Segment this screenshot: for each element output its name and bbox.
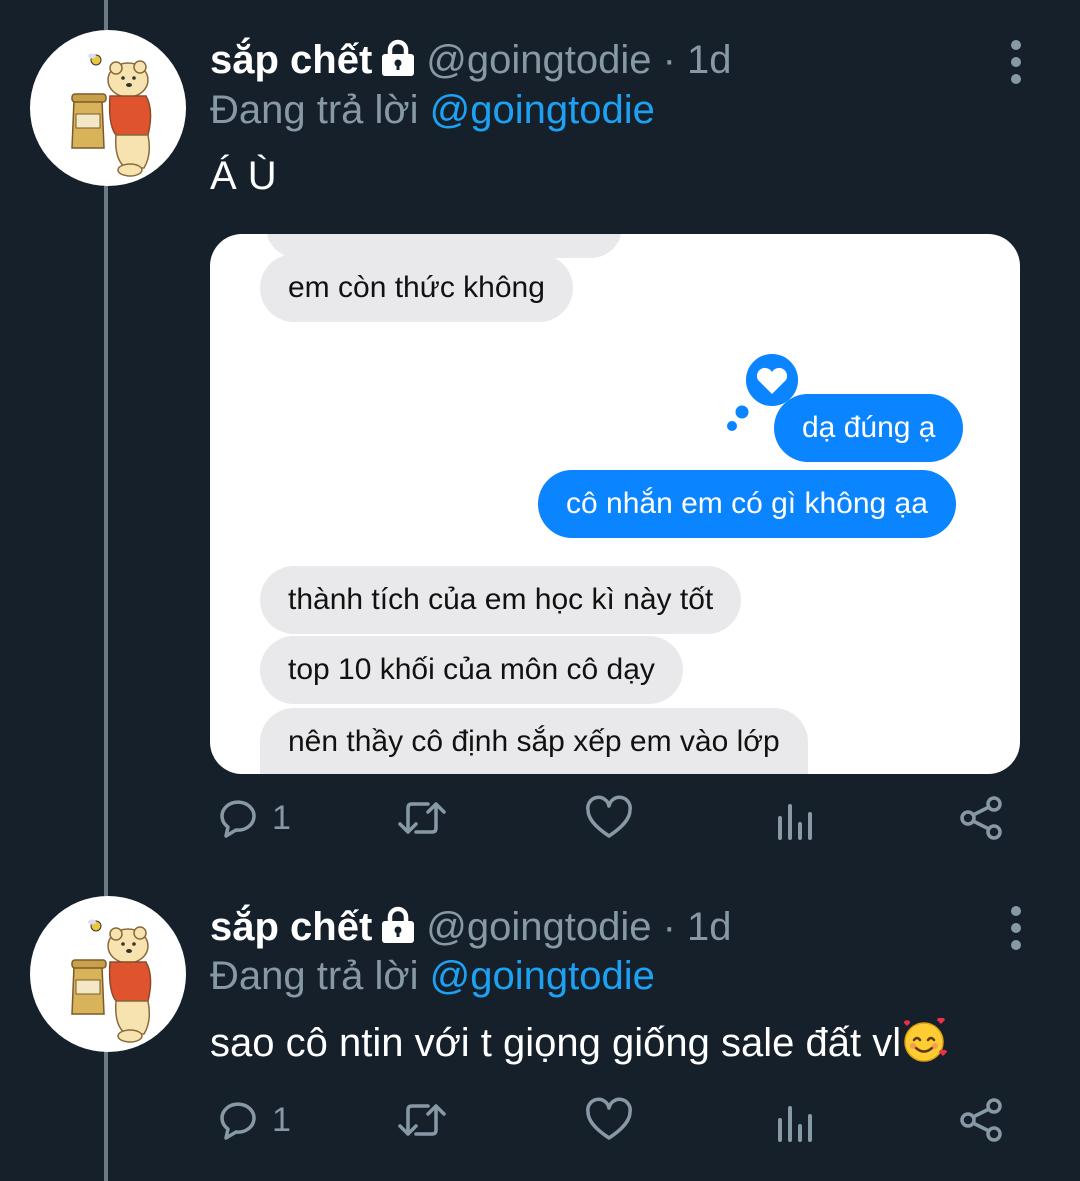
reply-count: 1 bbox=[272, 798, 291, 837]
like-button[interactable] bbox=[584, 794, 634, 842]
analytics-button[interactable] bbox=[774, 1096, 818, 1144]
more-options-icon[interactable] bbox=[1006, 906, 1026, 957]
retweet-icon bbox=[398, 802, 446, 834]
retweet-icon bbox=[398, 1104, 446, 1136]
tweet[interactable]: sắp chết @goingtodie · 1d Đang trả lời @g… bbox=[0, 880, 1080, 1181]
avatar[interactable] bbox=[30, 30, 186, 186]
like-button[interactable] bbox=[584, 1096, 634, 1144]
share-icon bbox=[960, 796, 1002, 840]
display-name[interactable]: sắp chết bbox=[210, 905, 372, 949]
message-text: thành tích của em học kì này tốt bbox=[288, 583, 714, 616]
replying-to-link[interactable]: @goingtodie bbox=[430, 954, 655, 998]
replying-prefix: Đang trả lời bbox=[210, 954, 430, 998]
more-options-icon[interactable] bbox=[1006, 40, 1026, 91]
replying-prefix: Đang trả lời bbox=[210, 88, 430, 132]
tweet[interactable]: sắp chết @goingtodie · 1d Đang trả lời @g… bbox=[0, 0, 1080, 880]
reply-count: 1 bbox=[272, 1100, 291, 1139]
share-button[interactable] bbox=[958, 794, 1006, 842]
pooh-avatar-icon bbox=[71, 919, 152, 1043]
avatar[interactable] bbox=[30, 896, 186, 1052]
tweet-actions: 1 bbox=[210, 1096, 1010, 1156]
message-bubble-sent: cô nhắn em có gì không ạa bbox=[538, 470, 956, 538]
reply-button[interactable]: 1 bbox=[214, 1096, 291, 1144]
message-text: nên thầy cô định sắp xếp em vào lớp bbox=[288, 725, 780, 758]
tweet-header: sắp chết @goingtodie · 1d bbox=[210, 903, 732, 955]
tweet-actions: 1 bbox=[210, 794, 1010, 854]
heart-icon bbox=[586, 795, 632, 838]
reply-icon bbox=[220, 800, 256, 838]
replying-to: Đang trả lời @goingtodie bbox=[210, 86, 655, 134]
message-text: dạ đúng ạ bbox=[802, 411, 936, 444]
replying-to: Đang trả lời @goingtodie bbox=[210, 952, 655, 1000]
lock-icon bbox=[378, 39, 418, 88]
share-button[interactable] bbox=[958, 1096, 1006, 1144]
reply-icon bbox=[220, 1102, 256, 1140]
message-bubble-sent: dạ đúng ạ bbox=[774, 394, 964, 462]
analytics-icon bbox=[778, 1106, 812, 1142]
message-bubble: em còn thức không bbox=[260, 254, 573, 322]
tweet-image[interactable]: em còn thức không dạ đúng ạ cô nhắn em c… bbox=[210, 234, 1020, 774]
analytics-button[interactable] bbox=[774, 794, 818, 842]
tweet-header: sắp chết @goingtodie · 1d bbox=[210, 36, 732, 88]
smiling-face-with-hearts-icon bbox=[901, 1017, 948, 1064]
heart-icon bbox=[586, 1097, 632, 1140]
retweet-button[interactable] bbox=[394, 1096, 450, 1144]
display-name[interactable]: sắp chết bbox=[210, 38, 372, 82]
message-bubble: thành tích của em học kì này tốt bbox=[260, 566, 742, 634]
handle-and-time[interactable]: @goingtodie · 1d bbox=[426, 905, 731, 949]
analytics-icon bbox=[778, 804, 812, 840]
reply-button[interactable]: 1 bbox=[214, 794, 291, 842]
message-bubble: top 10 khối của môn cô dạy bbox=[260, 636, 683, 704]
message-text: em còn thức không bbox=[288, 271, 545, 304]
replying-to-link[interactable]: @goingtodie bbox=[430, 88, 655, 132]
lock-icon bbox=[378, 906, 418, 955]
tweet-text: sao cô ntin với t giọng giống sale đất v… bbox=[210, 1021, 902, 1065]
handle-and-time[interactable]: @goingtodie · 1d bbox=[426, 38, 731, 82]
share-icon bbox=[960, 1098, 1002, 1142]
tweet-text: Á Ù bbox=[210, 154, 277, 198]
pooh-avatar-icon bbox=[71, 53, 152, 177]
message-bubble: nên thầy cô định sắp xếp em vào lớp bbox=[260, 708, 808, 774]
message-text: top 10 khối của môn cô dạy bbox=[288, 653, 655, 686]
tweet-text-line: sao cô ntin với t giọng giống sale đất v… bbox=[210, 1017, 948, 1067]
message-text: cô nhắn em có gì không ạa bbox=[566, 487, 928, 520]
retweet-button[interactable] bbox=[394, 794, 450, 842]
